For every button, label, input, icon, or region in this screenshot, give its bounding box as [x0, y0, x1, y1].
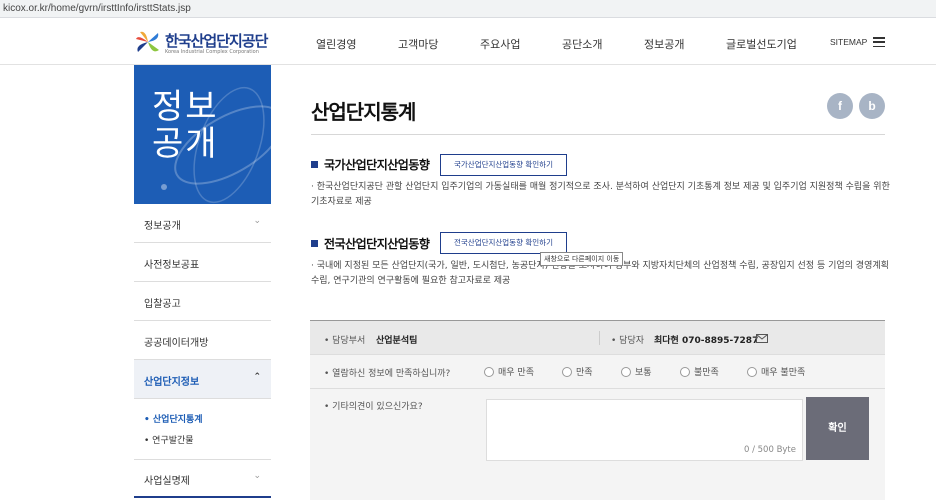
bullet-square-icon: [311, 161, 318, 168]
sidebar-item-label: 입찰공고: [144, 299, 181, 310]
satisfaction-survey: • 담당부서 산업분석팀 • 담당자 최다현 070-8895-7287 • 열…: [310, 320, 885, 500]
section-heading-nationwide: 전국산업단지산업동향: [311, 235, 430, 252]
chevron-down-icon: ⌄: [253, 216, 261, 226]
nav-item-open-management[interactable]: 열린경영: [316, 36, 356, 52]
radio-very-satisfied[interactable]: 매우 만족: [484, 365, 534, 378]
section-heading-national: 국가산업단지산업동향: [311, 156, 430, 173]
section-desc-national: · 한국산업단지공단 관할 산업단지 입주기업의 가동실태를 매월 정기적으로 …: [311, 182, 890, 207]
sidebar-subitem-stats[interactable]: • 산업단지통계: [144, 412, 203, 425]
sidebar-submenu: • 산업단지통계 • 연구발간물: [134, 399, 271, 460]
bullet-square-icon: [311, 240, 318, 247]
nav-item-customer[interactable]: 고객마당: [398, 36, 438, 52]
radio-satisfied[interactable]: 만족: [562, 365, 593, 378]
sidebar-item-label: 사업실명제: [144, 476, 190, 487]
manager-label: • 담당자: [611, 336, 645, 346]
dept-value: 산업분석팀: [376, 336, 418, 346]
byte-counter: 0 / 500 Byte: [743, 445, 796, 455]
sidebar-subitem-publications[interactable]: • 연구발간물: [144, 433, 194, 446]
logo-subtitle: Korea Industrial Complex Corporation: [165, 49, 259, 55]
satisfaction-row: • 열람하신 정보에 만족하십니까? 매우 만족 만족 보통 불만족 매우 불만…: [310, 355, 885, 389]
national-trend-button[interactable]: 국가산업단지산업동향 확인하기: [440, 154, 567, 176]
radio-very-dissatisfied[interactable]: 매우 불만족: [747, 365, 805, 378]
satisfaction-question: • 열람하신 정보에 만족하십니까?: [324, 369, 451, 379]
site-logo[interactable]: 한국산업단지공단 Korea Industrial Complex Corpor…: [134, 28, 274, 58]
sidebar-hero: 정보공개: [134, 65, 271, 204]
sidebar-item-industrial-info[interactable]: 산업단지정보 ⌃: [134, 360, 271, 399]
manager-value: 최다현 070-8895-7287: [654, 336, 759, 346]
comment-textarea[interactable]: 0 / 500 Byte: [486, 399, 803, 461]
radio-dissatisfied[interactable]: 불만족: [680, 365, 719, 378]
sidebar-item-open-data[interactable]: 공공데이터개방: [134, 321, 271, 360]
mail-icon[interactable]: [756, 334, 768, 343]
sidebar-item-label: 공공데이터개방: [144, 338, 209, 349]
title-divider: [311, 134, 885, 135]
comment-label: • 기타의견이 있으신가요?: [324, 402, 423, 412]
nationwide-trend-button[interactable]: 전국산업단지산업동향 확인하기: [440, 232, 567, 254]
new-window-tooltip: 새창으로 다른페이지 이동: [540, 252, 624, 266]
facebook-share-icon[interactable]: f: [827, 93, 853, 119]
chevron-up-icon: ⌃: [253, 372, 261, 382]
sidebar-item-pre-disclosure[interactable]: 사전정보공표: [134, 243, 271, 282]
dept-label: • 담당부서: [324, 336, 366, 346]
divider: [599, 331, 600, 345]
nav-item-info-disclosure[interactable]: 정보공개: [644, 36, 684, 52]
blog-share-icon[interactable]: b: [859, 93, 885, 119]
menu-icon[interactable]: [873, 37, 885, 48]
radio-neutral[interactable]: 보통: [621, 365, 652, 378]
logo-title: 한국산업단지공단: [165, 32, 268, 50]
nav-item-about[interactable]: 공단소개: [562, 36, 602, 52]
sitemap-link[interactable]: SITEMAP: [830, 37, 867, 47]
confirm-button[interactable]: 확인: [806, 397, 869, 460]
sidebar-item-info-disclosure[interactable]: 정보공개 ⌄: [134, 204, 271, 243]
sidebar-item-label: 산업단지정보: [144, 377, 200, 388]
logo-mark-icon: [136, 31, 159, 52]
sidebar-item-business-real-name[interactable]: 사업실명제 ⌄: [134, 460, 271, 498]
nav-item-global-companies[interactable]: 글로벌선도기업: [726, 36, 797, 52]
sidebar-hero-title: 정보공개: [152, 87, 219, 164]
sidebar-item-label: 사전정보공표: [144, 260, 200, 271]
sidebar-item-bidding[interactable]: 입찰공고: [134, 282, 271, 321]
nav-item-business[interactable]: 주요사업: [480, 36, 520, 52]
site-header: 한국산업단지공단 Korea Industrial Complex Corpor…: [0, 18, 936, 65]
chevron-down-icon: ⌄: [253, 471, 261, 481]
page-title: 산업단지통계: [311, 100, 416, 124]
sidebar-item-label: 정보공개: [144, 221, 181, 232]
browser-url[interactable]: kicox.or.kr/home/gvrn/irsttInfo/irsttSta…: [0, 0, 936, 18]
contact-row: • 담당부서 산업분석팀 • 담당자 최다현 070-8895-7287: [310, 321, 885, 355]
